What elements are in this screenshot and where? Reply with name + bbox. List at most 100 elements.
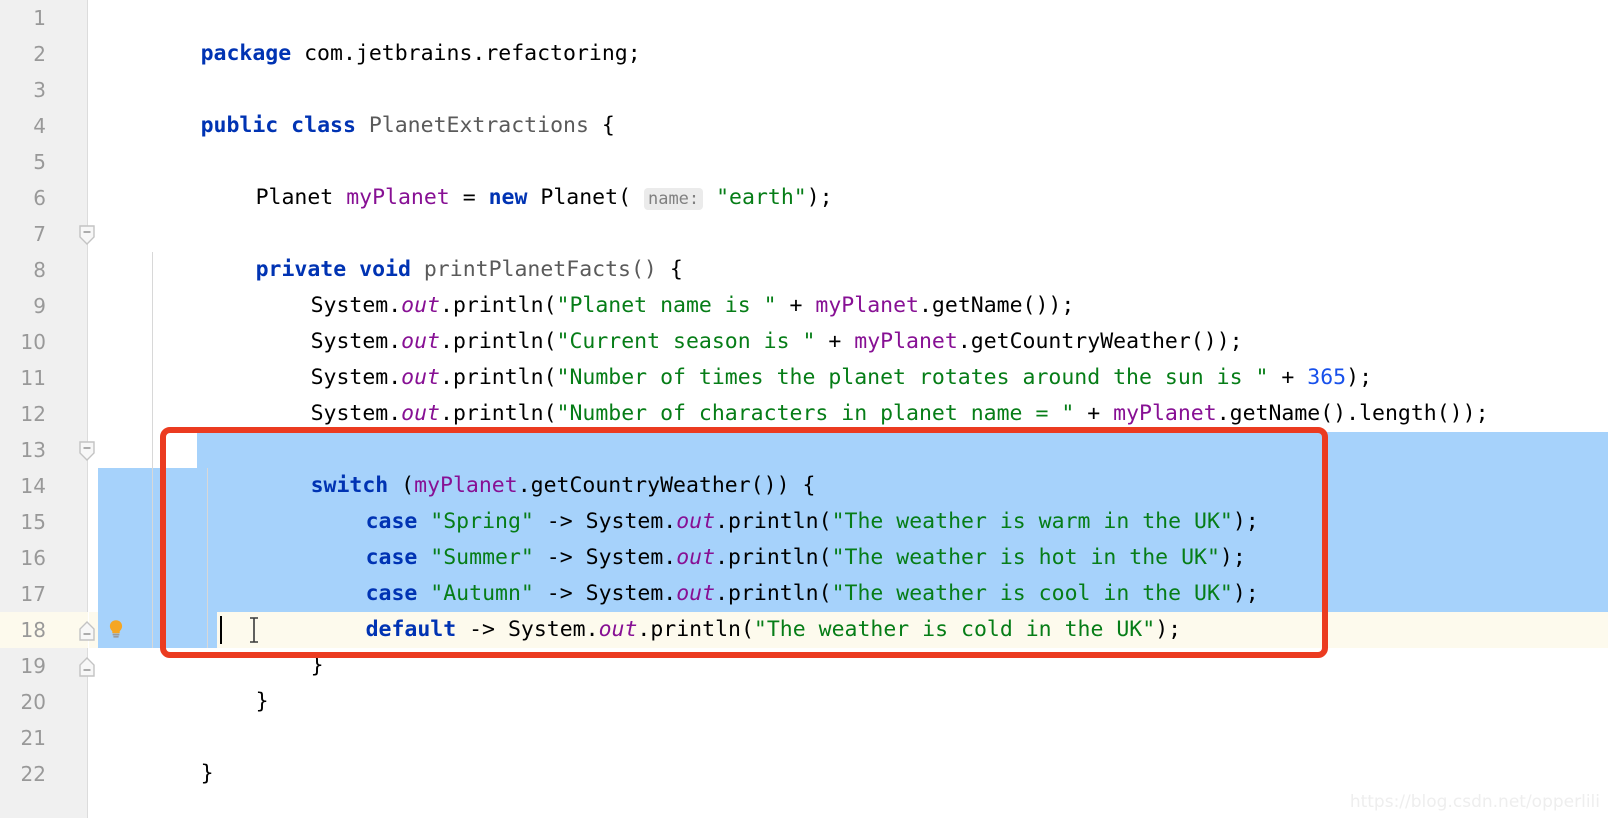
code-line-22[interactable] <box>89 756 1608 792</box>
gutter-line-11[interactable]: 11 <box>0 360 88 396</box>
token-brace: } <box>255 689 269 714</box>
gutter-line-22[interactable]: 22 <box>0 756 88 792</box>
code-line-8[interactable]: System.out.println("Planet name is " + m… <box>89 252 1608 318</box>
code-line-16[interactable]: case "Autumn" -> System.out.println("The… <box>89 540 1608 606</box>
token-arrow: -> <box>456 617 508 642</box>
code-editor[interactable]: 1 2 3 4 5 6 7 8 9 10 11 12 13 14 15 16 1… <box>0 0 1608 818</box>
line-number: 10 <box>20 330 46 354</box>
code-line-5[interactable]: Planet myPlanet = new Planet( name: "ear… <box>89 144 1608 210</box>
code-line-14[interactable]: case "Spring" -> System.out.println("The… <box>89 468 1608 534</box>
code-line-3[interactable]: public class PlanetExtractions { <box>89 72 1608 138</box>
token-assign: = <box>462 185 476 210</box>
line-number: 6 <box>33 186 46 210</box>
line-number: 5 <box>33 150 46 174</box>
gutter-line-1[interactable]: 1 <box>0 0 88 36</box>
line-number: 1 <box>33 6 46 30</box>
line-number: 22 <box>20 762 46 786</box>
code-line-15[interactable]: case "Summer" -> System.out.println("The… <box>89 504 1608 570</box>
line-number: 13 <box>20 438 46 462</box>
gutter-line-5[interactable]: 5 <box>0 144 88 180</box>
token-receiver: System. <box>310 401 402 426</box>
line-number: 7 <box>33 222 46 246</box>
line-number: 21 <box>20 726 46 750</box>
gutter-line-7[interactable]: 7 <box>0 216 88 252</box>
line-number: 16 <box>20 546 46 570</box>
token-type: Planet <box>255 185 334 210</box>
line-number: 11 <box>20 366 46 390</box>
line-number: 12 <box>20 402 46 426</box>
line-number: 14 <box>20 474 46 498</box>
token-receiver: System. <box>507 617 599 642</box>
gutter-line-15[interactable]: 15 <box>0 504 88 540</box>
token-static-field-out: out <box>598 617 638 642</box>
code-line-7[interactable]: private void printPlanetFacts() { <box>89 216 1608 282</box>
gutter-line-16[interactable]: 16 <box>0 540 88 576</box>
token-tail: ); <box>806 185 833 210</box>
text-caret <box>220 616 222 644</box>
line-number: 18 <box>20 618 46 642</box>
code-line-9[interactable]: System.out.println("Current season is " … <box>89 288 1608 354</box>
token-keyword: package <box>200 41 292 66</box>
line-number: 4 <box>33 114 46 138</box>
line-number: 15 <box>20 510 46 534</box>
gutter-line-6[interactable]: 6 <box>0 180 88 216</box>
gutter-line-8[interactable]: 8 <box>0 252 88 288</box>
token-string: "The weather is cold in the UK" <box>753 617 1156 642</box>
code-line-21[interactable]: } <box>89 720 1608 786</box>
token-package-name: com.jetbrains.refactoring; <box>291 41 641 66</box>
line-number: 17 <box>20 582 46 606</box>
line-number: 9 <box>33 294 46 318</box>
mouse-ibeam-cursor <box>247 617 261 643</box>
gutter-line-20[interactable]: 20 <box>0 684 88 720</box>
code-line-10[interactable]: System.out.println("Number of times the … <box>89 324 1608 390</box>
token-class-name: PlanetExtractions <box>355 113 589 138</box>
token-brace: } <box>200 761 214 786</box>
line-number: 8 <box>33 258 46 282</box>
gutter-line-18[interactable]: 18 <box>0 612 88 648</box>
gutter-line-2[interactable]: 2 <box>0 36 88 72</box>
gutter-line-4[interactable]: 4 <box>0 108 88 144</box>
code-line-17[interactable]: default -> System.out.println("The weath… <box>89 576 1608 642</box>
line-number: 2 <box>33 42 46 66</box>
editor-gutter[interactable]: 1 2 3 4 5 6 7 8 9 10 11 12 13 14 15 16 1… <box>0 0 88 818</box>
fold-collapse-icon[interactable] <box>78 225 96 245</box>
gutter-line-12[interactable]: 12 <box>0 396 88 432</box>
token-keyword-class: class <box>278 113 356 138</box>
token-call: .println( <box>440 401 557 426</box>
token-tail: .getName().length()); <box>1216 401 1489 426</box>
gutter-line-13[interactable]: 13 <box>0 432 88 468</box>
line-number: 20 <box>20 690 46 714</box>
gutter-line-21[interactable]: 21 <box>0 720 88 756</box>
intention-bulb-icon[interactable] <box>105 618 127 640</box>
code-content-area[interactable]: package com.jetbrains.refactoring; publi… <box>89 0 1608 818</box>
token-keyword-public: public <box>200 113 279 138</box>
code-line-11[interactable]: System.out.println("Number of characters… <box>89 360 1608 426</box>
token-field-myplanet: myPlanet <box>1113 401 1217 426</box>
code-line-20[interactable] <box>89 684 1608 720</box>
parameter-hint: name: <box>643 188 704 210</box>
gutter-line-14[interactable]: 14 <box>0 468 88 504</box>
token-brace: { <box>588 113 615 138</box>
fold-collapse-icon[interactable] <box>78 441 96 461</box>
gutter-line-17[interactable]: 17 <box>0 576 88 612</box>
token-tail: ); <box>1232 581 1259 606</box>
gutter-line-3[interactable]: 3 <box>0 72 88 108</box>
code-line-13[interactable]: switch (myPlanet.getCountryWeather()) { <box>89 432 1608 498</box>
token-plus: + <box>1074 401 1114 426</box>
token-field-myplanet: myPlanet <box>346 185 450 210</box>
line-number: 3 <box>33 78 46 102</box>
token-string: "Number of characters in planet name = " <box>556 401 1075 426</box>
code-line-1[interactable]: package com.jetbrains.refactoring; <box>89 0 1608 66</box>
token-tail: ); <box>1155 617 1182 642</box>
watermark: https://blog.csdn.net/opperlili <box>1349 792 1600 812</box>
gutter-line-10[interactable]: 10 <box>0 324 88 360</box>
token-keyword-default: default <box>365 617 457 642</box>
gutter-line-19[interactable]: 19 <box>0 648 88 684</box>
gutter-line-9[interactable]: 9 <box>0 288 88 324</box>
line-number: 19 <box>20 654 46 678</box>
token-string: "earth" <box>716 185 807 210</box>
token-constructor: Planet( <box>540 185 632 210</box>
fold-collapse-icon[interactable] <box>78 621 96 641</box>
fold-collapse-icon[interactable] <box>78 657 96 677</box>
token-brace: } <box>310 653 324 678</box>
